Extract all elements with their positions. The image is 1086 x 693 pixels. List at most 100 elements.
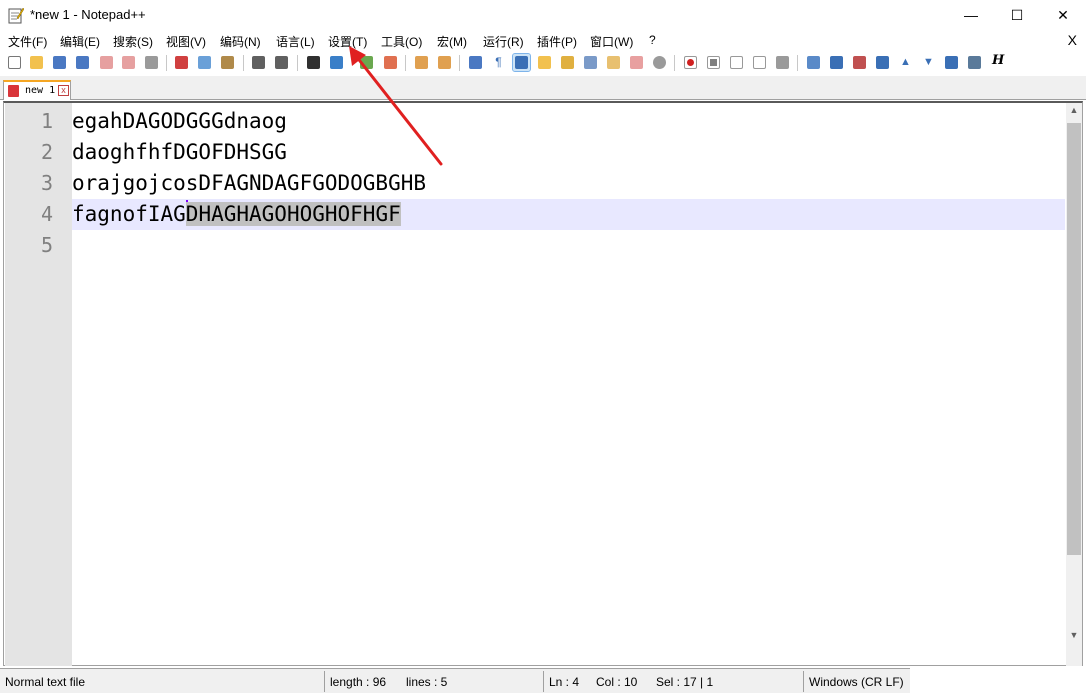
function-list-icon[interactable] (582, 54, 599, 71)
toolbar-separator (243, 55, 244, 71)
status-eol-format[interactable]: Windows (CR LF) (809, 675, 904, 689)
folder-as-workspace-icon[interactable] (605, 54, 622, 71)
zoom-in-icon[interactable] (358, 54, 375, 71)
line-number: 1 (40, 109, 53, 133)
toolbar-separator (166, 55, 167, 71)
scroll-down-icon[interactable]: ▼ (1066, 630, 1082, 644)
menu-run[interactable]: 运行(R) (483, 33, 524, 50)
status-file-type: Normal text file (5, 675, 86, 689)
plugin-h-icon[interactable]: H (992, 53, 1004, 68)
word-wrap-icon[interactable] (467, 54, 484, 71)
show-all-characters-icon[interactable]: ¶ (490, 54, 507, 71)
new-file-icon[interactable] (6, 54, 23, 71)
menu-language[interactable]: 语言(L) (276, 33, 315, 50)
line-number: 5 (40, 233, 53, 257)
close-document-button[interactable]: X (1068, 32, 1077, 48)
status-bar: Normal text file length : 96 lines : 5 L… (0, 668, 910, 693)
indent-guide-icon[interactable] (512, 53, 531, 72)
tab-bar: new 1 x (0, 76, 1086, 100)
code-line[interactable]: daoghfhfDGOFDHSGG (72, 137, 1065, 168)
status-lines: lines : 5 (406, 675, 448, 689)
toolbar-separator (674, 55, 675, 71)
title-bar: *new 1 - Notepad++ — ☐ ✕ (0, 0, 1086, 30)
scrollbar-thumb[interactable] (1067, 123, 1081, 555)
toolbar: ¶ ▲ ▼ H (0, 51, 1086, 75)
vertical-scrollbar[interactable]: ▲ ▼ (1066, 103, 1082, 666)
code-line[interactable] (72, 230, 1065, 261)
code-line[interactable]: egahDAGODGGGdnaog (72, 106, 1065, 137)
save-all-icon[interactable] (74, 54, 91, 71)
toolbar-separator (405, 55, 406, 71)
redo-icon[interactable] (273, 54, 290, 71)
line-number: 2 (40, 140, 53, 164)
tab-label: new 1 (25, 85, 56, 96)
line-number: 3 (40, 171, 53, 195)
plugin-icon-3[interactable] (851, 54, 868, 71)
current-code-line[interactable]: fagnofIAGDHAGHAGOHOGHOFHGF (72, 199, 1065, 230)
menu-help[interactable]: ? (649, 33, 656, 47)
status-length: length : 96 (330, 675, 387, 689)
replace-icon[interactable] (328, 54, 345, 71)
tab-close-icon[interactable]: x (58, 85, 69, 96)
plugin-icon-5[interactable] (943, 54, 960, 71)
text-before-caret: fagnofIAG (72, 202, 186, 226)
close-window-button[interactable]: ✕ (1040, 0, 1086, 30)
sync-horizontal-icon[interactable] (436, 54, 453, 71)
macro-play-icon[interactable] (728, 54, 745, 71)
menu-view[interactable]: 视图(V) (166, 33, 206, 50)
macro-run-multiple-icon[interactable] (751, 54, 768, 71)
menu-bar: 文件(F) 编辑(E) 搜索(S) 视图(V) 编码(N) 语言(L) 设置(T… (0, 30, 1086, 51)
document-map-icon[interactable] (559, 54, 576, 71)
tab-new-1[interactable]: new 1 x (3, 80, 71, 100)
toolbar-separator (797, 55, 798, 71)
macro-save-icon[interactable] (774, 54, 791, 71)
toolbar-separator (459, 55, 460, 71)
menu-encoding[interactable]: 编码(N) (220, 33, 261, 50)
close-file-icon[interactable] (98, 54, 115, 71)
paste-icon[interactable] (219, 54, 236, 71)
plugin-icon-6[interactable] (966, 54, 983, 71)
zoom-out-icon[interactable] (382, 54, 399, 71)
close-all-icon[interactable] (120, 54, 137, 71)
minimize-button[interactable]: — (948, 0, 994, 30)
plugin-icon-2[interactable] (828, 54, 845, 71)
line-number-gutter: 1 2 3 4 5 (5, 103, 72, 666)
copy-icon[interactable] (196, 54, 213, 71)
code-line[interactable]: orajgojcosDFAGNDAGFGODOGBGHB (72, 168, 1065, 199)
plugin-icon-1[interactable] (805, 54, 822, 71)
menu-macro[interactable]: 宏(M) (437, 33, 467, 50)
editor-area[interactable]: 1 2 3 4 5 egahDAGODGGGdnaog daoghfhfDGOF… (3, 101, 1083, 666)
menu-search[interactable]: 搜索(S) (113, 33, 153, 50)
sync-vertical-icon[interactable] (413, 54, 430, 71)
save-icon[interactable] (51, 54, 68, 71)
menu-tools[interactable]: 工具(O) (381, 33, 422, 50)
macro-record-icon[interactable] (682, 54, 699, 71)
status-separator (803, 671, 804, 692)
window-title: *new 1 - Notepad++ (30, 7, 146, 22)
open-file-icon[interactable] (28, 54, 45, 71)
selected-text: DHAGHAGOHOGHOFHGF (185, 202, 401, 226)
record-stop-icon[interactable] (651, 54, 668, 71)
print-icon[interactable] (143, 54, 160, 71)
user-language-icon[interactable] (536, 54, 553, 71)
arrow-up-icon[interactable]: ▲ (897, 54, 914, 71)
notepad-app-icon (8, 7, 24, 24)
line-number: 4 (40, 202, 53, 226)
menu-file[interactable]: 文件(F) (8, 33, 47, 50)
scroll-up-icon[interactable]: ▲ (1066, 105, 1082, 119)
undo-icon[interactable] (250, 54, 267, 71)
macro-stop-icon[interactable] (705, 54, 722, 71)
menu-settings[interactable]: 设置(T) (328, 33, 367, 50)
status-line-number: Ln : 4 (549, 675, 580, 689)
menu-plugins[interactable]: 插件(P) (537, 33, 577, 50)
find-icon[interactable] (305, 54, 322, 71)
menu-window[interactable]: 窗口(W) (590, 33, 633, 50)
monitoring-icon[interactable] (628, 54, 645, 71)
status-separator (324, 671, 325, 692)
plugin-icon-4[interactable] (874, 54, 891, 71)
arrow-down-icon[interactable]: ▼ (920, 54, 937, 71)
status-selection: Sel : 17 | 1 (656, 675, 714, 689)
maximize-button[interactable]: ☐ (994, 0, 1040, 30)
cut-icon[interactable] (173, 54, 190, 71)
menu-edit[interactable]: 编辑(E) (60, 33, 100, 50)
